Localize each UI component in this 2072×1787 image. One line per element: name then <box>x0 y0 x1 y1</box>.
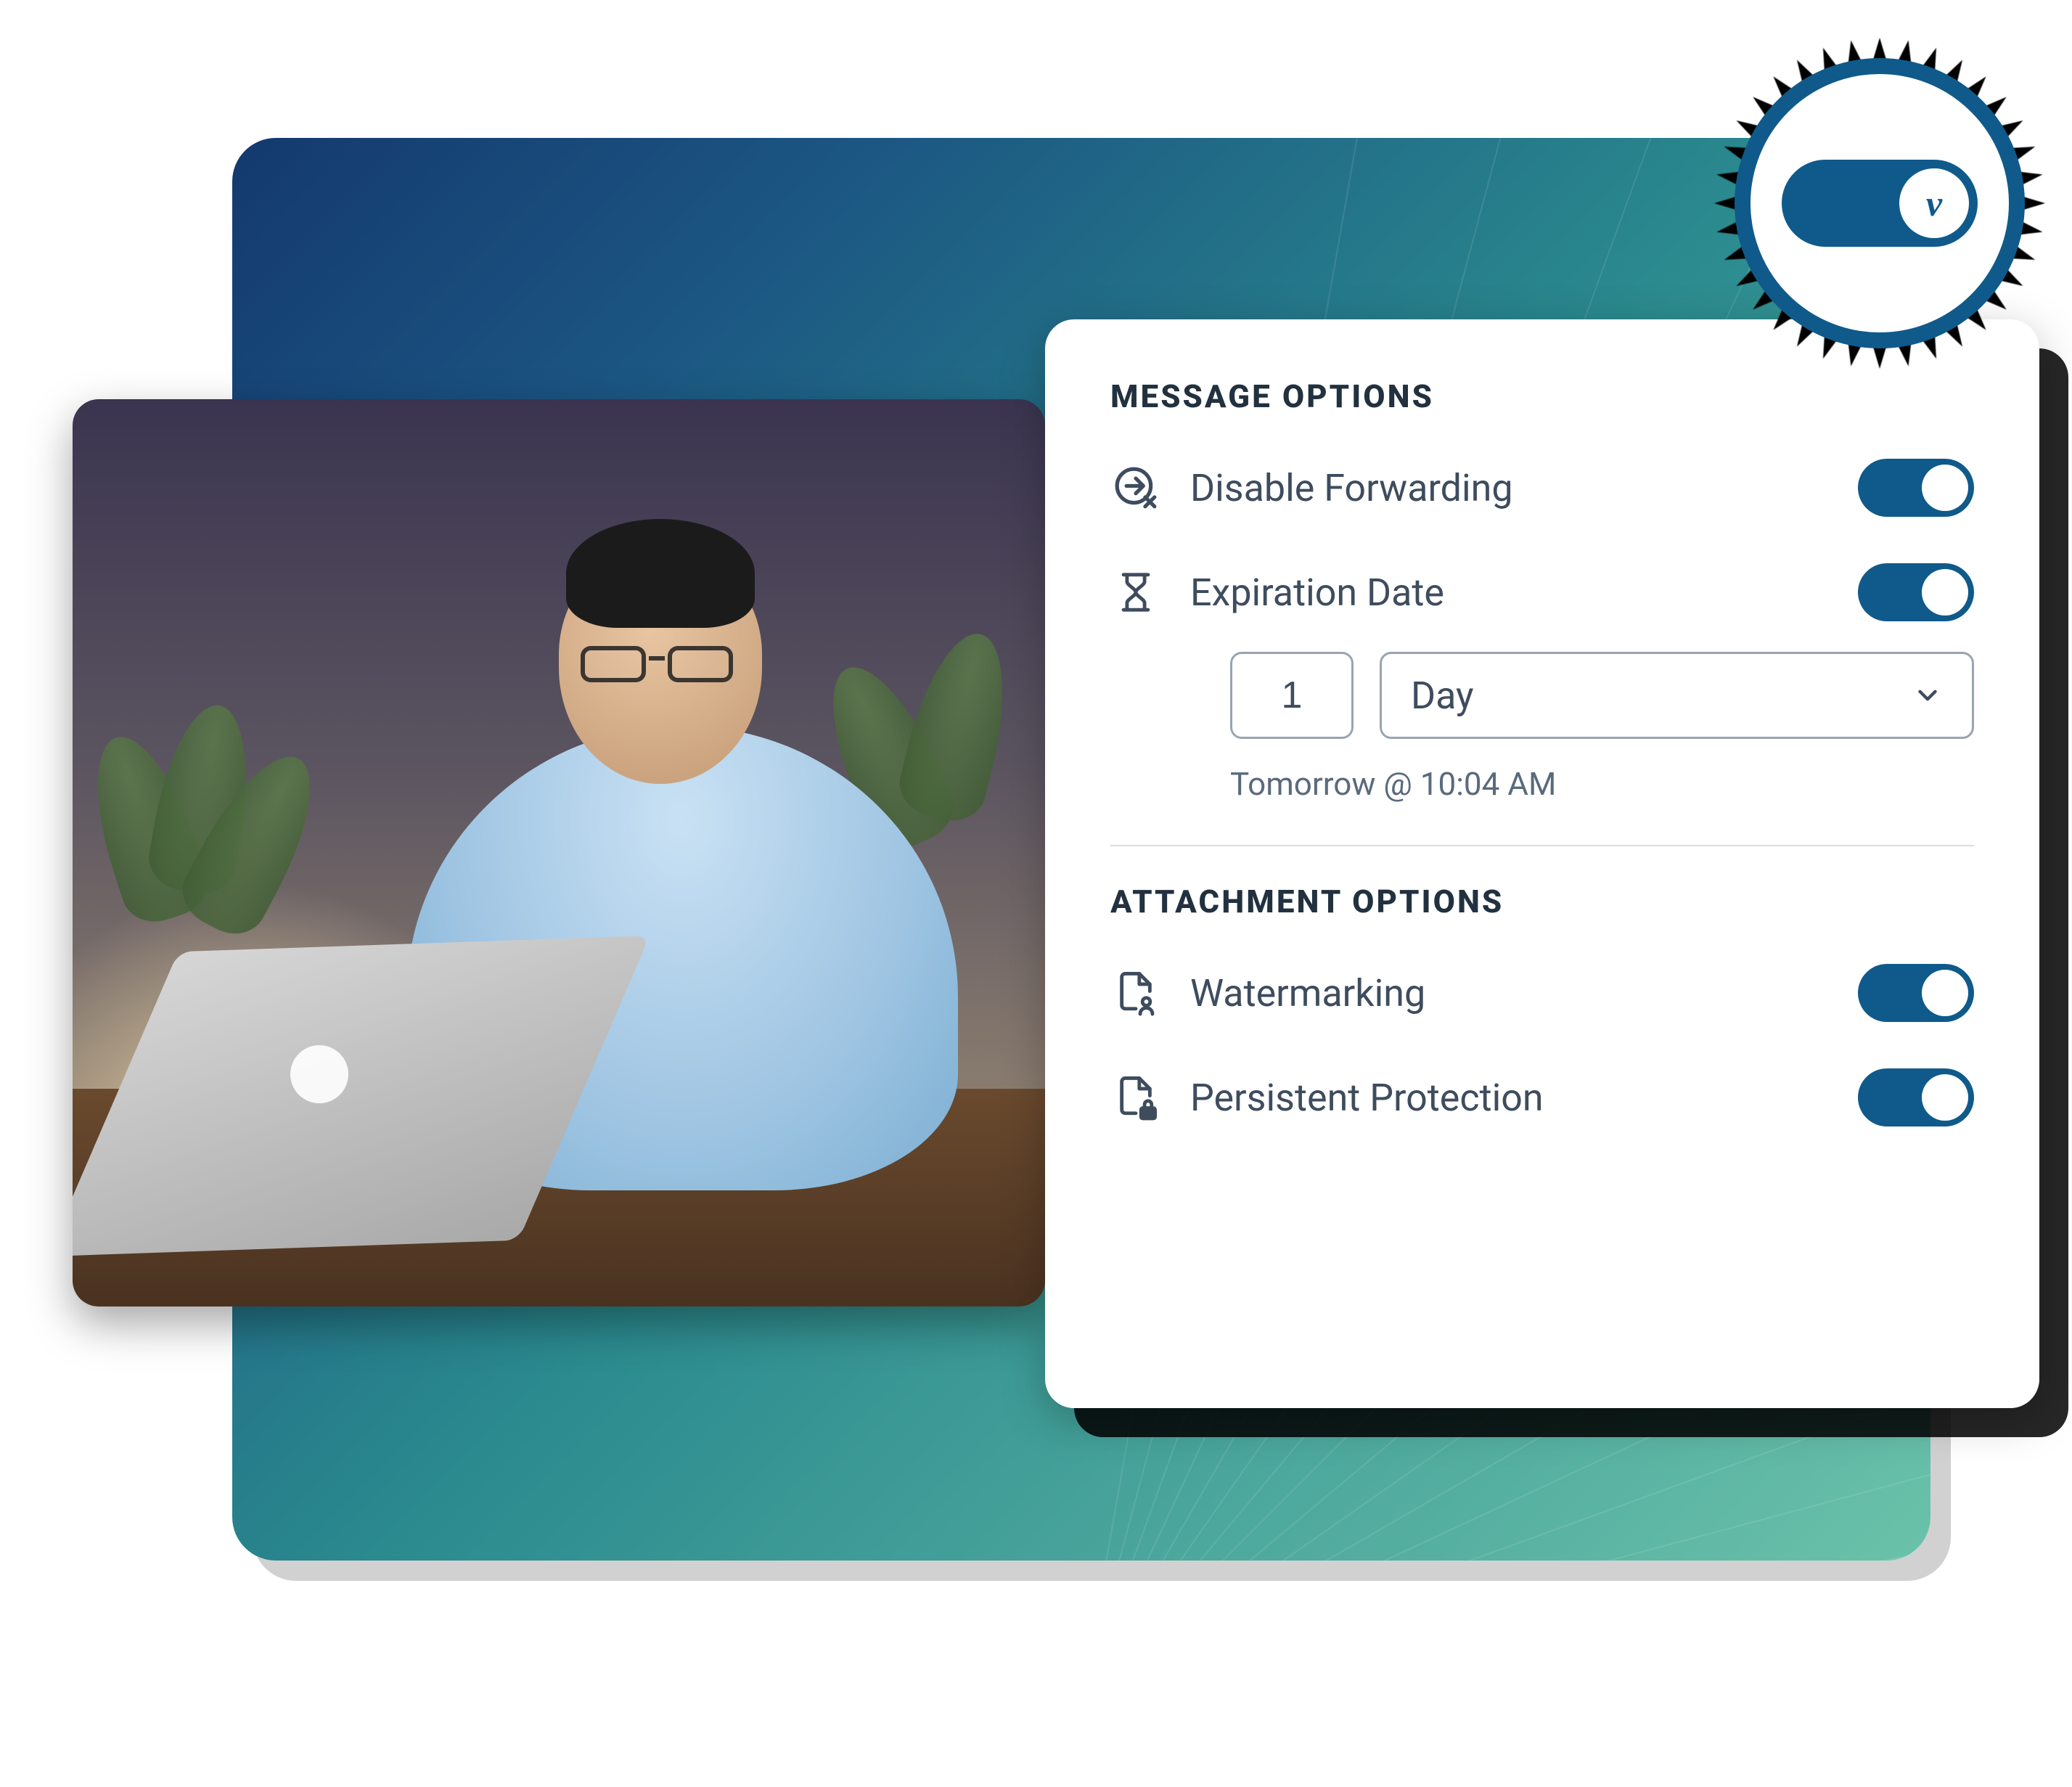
expiration-unit-value: Day <box>1411 674 1474 718</box>
watermarking-toggle[interactable] <box>1858 964 1974 1022</box>
attachment-options-title: ATTACHMENT OPTIONS <box>1110 883 1974 920</box>
badge-knob-glyph: v <box>1926 185 1942 221</box>
hourglass-icon <box>1110 570 1161 615</box>
expiration-count-input[interactable] <box>1230 652 1354 739</box>
persistent-protection-label: Persistent Protection <box>1190 1076 1829 1120</box>
persistent-protection-row: Persistent Protection <box>1110 1045 1974 1150</box>
disable-forwarding-toggle[interactable] <box>1858 459 1974 517</box>
section-divider <box>1110 845 1974 846</box>
badge-circle: v <box>1735 58 2025 348</box>
disable-forwarding-row: Disable Forwarding <box>1110 435 1974 540</box>
message-options-title: MESSAGE OPTIONS <box>1110 377 1974 415</box>
file-lock-icon <box>1110 1074 1161 1121</box>
chevron-down-icon <box>1912 680 1943 711</box>
watermarking-row: Watermarking <box>1110 941 1974 1045</box>
options-panel: MESSAGE OPTIONS Disable Forwarding <box>1045 319 2039 1408</box>
disable-forwarding-label: Disable Forwarding <box>1190 466 1829 510</box>
expiration-unit-select[interactable]: Day <box>1380 652 1974 739</box>
expiration-hint: Tomorrow @ 10:04 AM <box>1230 765 1974 803</box>
persistent-protection-toggle[interactable] <box>1858 1068 1974 1126</box>
feature-toggle-badge: v <box>1735 58 2025 348</box>
hero-photo <box>73 399 1045 1306</box>
watermarking-label: Watermarking <box>1190 971 1829 1015</box>
expiration-date-toggle[interactable] <box>1858 563 1974 621</box>
expiration-date-row: Expiration Date <box>1110 540 1974 645</box>
badge-toggle[interactable]: v <box>1782 160 1978 247</box>
expiration-date-label: Expiration Date <box>1190 571 1829 615</box>
file-user-icon <box>1110 969 1161 1017</box>
forward-disabled-icon <box>1110 465 1161 510</box>
